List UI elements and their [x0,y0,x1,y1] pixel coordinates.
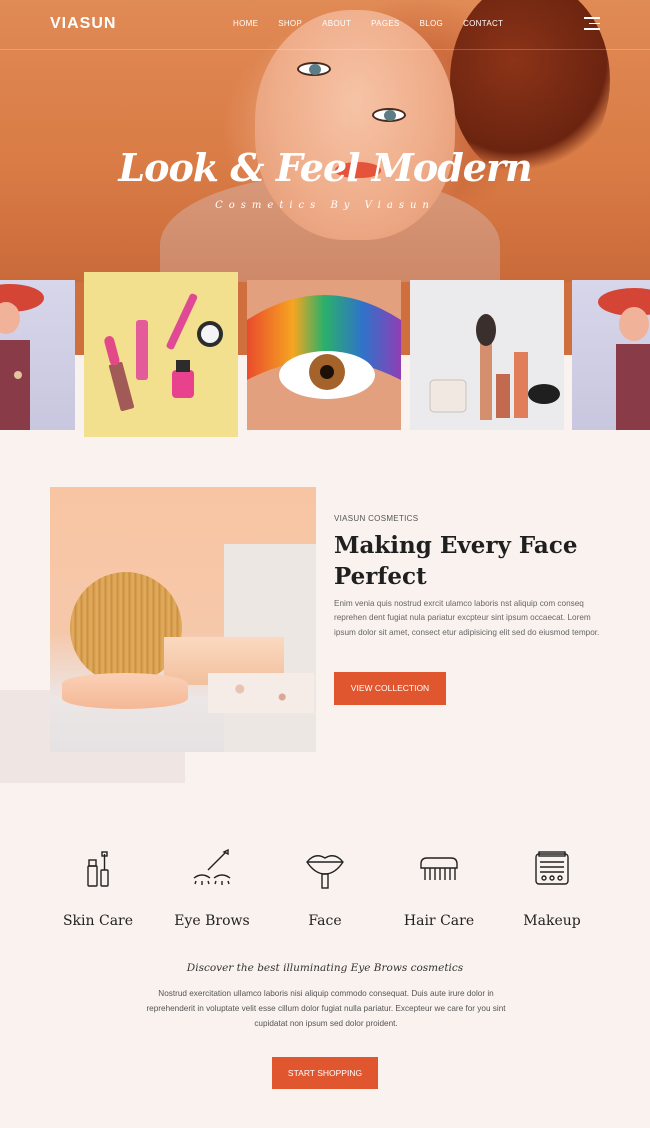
about-product-image [50,487,316,752]
hero-eye-left [297,62,331,76]
start-shopping-button[interactable]: START SHOPPING [272,1057,378,1089]
nav-item-shop[interactable]: SHOP [278,19,302,28]
discover-description: Nostrud exercitation ullamco laboris nis… [146,989,506,1028]
category-label: Eye Brows [174,913,250,929]
comb-icon [417,848,461,892]
hero-eye-right [372,108,406,122]
gallery-image-model-hat-right[interactable] [572,280,650,430]
gallery-image-rainbow-eye[interactable] [247,280,401,430]
category-label: Makeup [523,913,581,929]
category-label: Skin Care [62,913,134,929]
gallery-image-model-hat[interactable] [0,280,75,430]
about-kicker: VIASUN COSMETICS [334,514,419,523]
hamburger-menu-icon[interactable] [584,17,600,30]
nav-item-contact[interactable]: CONTACT [463,19,503,28]
category-makeup[interactable]: Makeup [497,848,607,929]
about-description: Enim venia quis nostrud exrcit ulamco la… [334,599,600,637]
eye-brows-icon [190,848,234,892]
about-title: Making Every Face Perfect [334,532,578,590]
discover-title: Discover the best illuminating Eye Brows… [186,962,464,974]
category-skin-care[interactable]: Skin Care [43,848,153,929]
category-face[interactable]: Face [270,848,380,929]
skin-care-bottle-icon [76,848,120,892]
nav-item-about[interactable]: ABOUT [322,19,351,28]
gallery-image-cosmetics-flatlay[interactable] [84,272,238,437]
category-hair-care[interactable]: Hair Care [384,848,494,929]
category-label: Hair Care [403,913,475,929]
view-collection-button[interactable]: VIEW COLLECTION [334,672,446,705]
hero-section: VIASUN HOME SHOP ABOUT PAGES BLOG CONTAC… [0,0,650,282]
brand-logo[interactable]: VIASUN [50,15,116,33]
palette-icon [530,848,574,892]
nav-item-pages[interactable]: PAGES [371,19,399,28]
category-label: Face [308,913,342,929]
nav-item-home[interactable]: HOME [233,19,258,28]
hero-title: Look & Feel Modern [118,145,532,190]
hero-subtitle: Cosmetics By Viasun [215,200,435,211]
top-navigation: VIASUN HOME SHOP ABOUT PAGES BLOG CONTAC… [0,0,650,50]
gallery-image-brushes-bottles[interactable] [410,280,564,430]
main-menu: HOME SHOP ABOUT PAGES BLOG CONTACT [233,19,523,28]
nav-item-blog[interactable]: BLOG [420,19,443,28]
lips-brush-icon [303,848,347,892]
category-eye-brows[interactable]: Eye Brows [157,848,267,929]
